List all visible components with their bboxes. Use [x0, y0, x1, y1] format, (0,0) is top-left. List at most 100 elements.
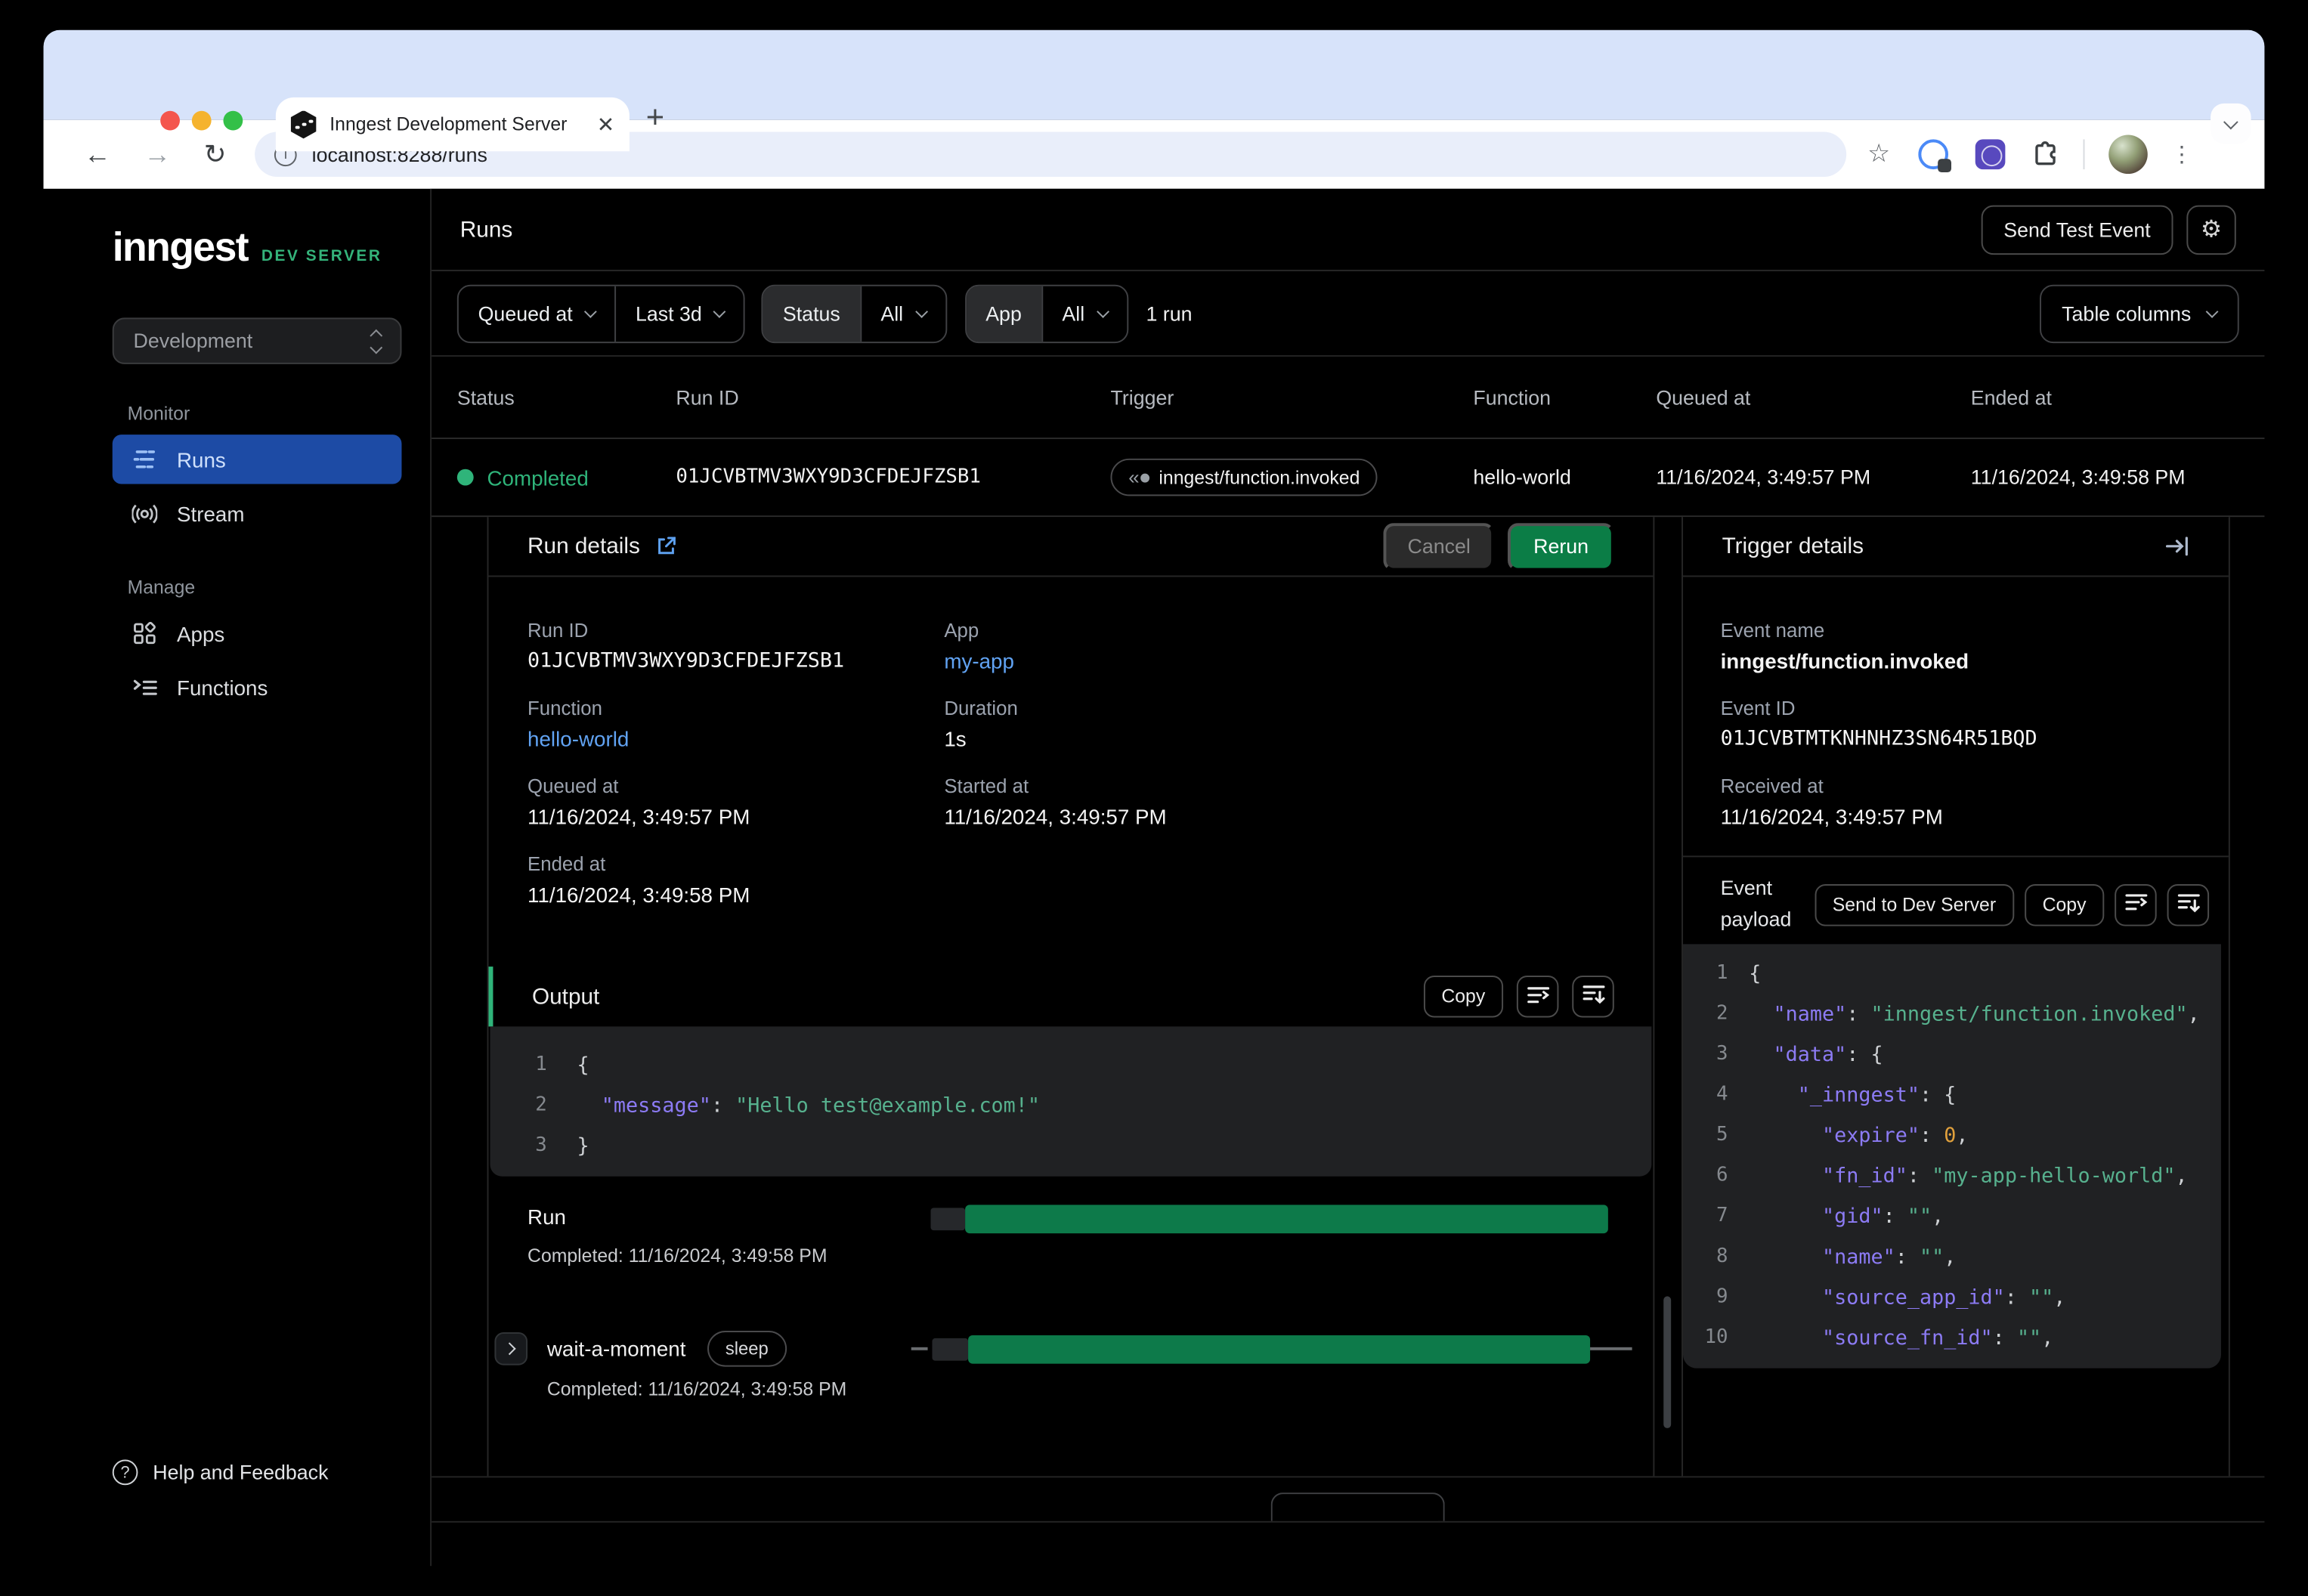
output-code-block[interactable]: 1{2 "message": "Hello test@example.com!"…: [490, 1026, 1652, 1177]
collapse-panel-icon[interactable]: [2165, 537, 2190, 556]
column-header[interactable]: Ended at: [1971, 386, 2239, 409]
code-line: 2 "name": "inngest/function.invoked",: [1683, 994, 2221, 1035]
timeline-step-bar[interactable]: [968, 1335, 1591, 1364]
sidebar-item-functions[interactable]: Functions: [113, 663, 402, 712]
details-scrollbar-thumb[interactable]: [1663, 1296, 1672, 1428]
app-filter-dropdown[interactable]: All: [1041, 285, 1127, 342]
field-value[interactable]: my-app: [944, 649, 1613, 673]
browser-extension-icon[interactable]: [1975, 139, 2006, 170]
code-text: {: [1749, 961, 1762, 985]
rerun-button[interactable]: Rerun: [1508, 522, 1614, 571]
status-filter-label: Status: [763, 285, 860, 342]
timeline-completed-at: Completed: 11/16/2024, 3:49:58 PM: [546, 1378, 847, 1400]
tab-search-button[interactable]: [2211, 103, 2251, 144]
column-header[interactable]: Function: [1473, 386, 1656, 409]
settings-button[interactable]: ⚙: [2186, 204, 2236, 255]
event-icon: «: [1128, 466, 1150, 488]
zoom-window-button[interactable]: [223, 110, 243, 131]
sidebar-item-runs[interactable]: Runs: [112, 435, 402, 484]
field-label: App: [944, 619, 979, 642]
expand-step-button[interactable]: [494, 1332, 528, 1366]
code-text: "name": "",: [1822, 1244, 1957, 1269]
field-value: 11/16/2024, 3:49:57 PM: [944, 804, 1167, 829]
run-field: Started at 11/16/2024, 3:49:57 PM: [944, 775, 1613, 828]
field-value: 11/16/2024, 3:49:58 PM: [527, 883, 750, 907]
timeline-run-bar[interactable]: [965, 1205, 1608, 1234]
back-button[interactable]: ←: [84, 138, 111, 170]
password-manager-extension-icon[interactable]: [1919, 139, 1952, 173]
sidebar-item-stream[interactable]: Stream: [113, 488, 402, 537]
column-header[interactable]: Trigger: [1110, 386, 1473, 409]
open-run-external-icon[interactable]: [657, 537, 676, 556]
code-line: 8 "name": "",: [1683, 1236, 2221, 1277]
environment-selector[interactable]: Development: [112, 317, 402, 364]
browser-menu-icon[interactable]: ⋮: [2170, 141, 2193, 168]
partially-visible-button[interactable]: [1270, 1492, 1445, 1521]
browser-tab[interactable]: Inngest Development Server ✕: [275, 97, 630, 152]
new-tab-button[interactable]: +: [646, 101, 664, 137]
run-field: Function hello-world: [527, 697, 944, 750]
time-range-dropdown[interactable]: Last 3d: [614, 285, 744, 342]
table-columns-button[interactable]: Table columns: [2039, 283, 2239, 343]
cancel-button[interactable]: Cancel: [1383, 522, 1495, 571]
scroll-to-bottom-icon: [2177, 892, 2199, 917]
minimize-window-button[interactable]: [191, 110, 212, 131]
send-test-event-button[interactable]: Send Test Event: [1981, 204, 2173, 255]
runs-table-header: Status Run ID Trigger Function Queued at Ende…: [432, 357, 2265, 440]
sidebar-item-label: Stream: [177, 501, 245, 526]
queued-at-cell: 11/16/2024, 3:49:57 PM: [1656, 466, 1871, 489]
event-payload-header: Event payload Send to Dev Server Copy: [1683, 855, 2229, 951]
send-to-dev-server-button[interactable]: Send to Dev Server: [1814, 883, 2014, 926]
functions-icon: [132, 678, 158, 696]
line-number: 1: [1716, 962, 1728, 985]
column-header[interactable]: Status: [457, 386, 676, 409]
bookmark-star-icon[interactable]: ☆: [1867, 139, 1890, 169]
sort-field-dropdown[interactable]: Queued at: [459, 286, 614, 341]
code-text: "message": "Hello test@example.com!": [601, 1093, 1041, 1118]
help-label: Help and Feedback: [153, 1461, 329, 1484]
line-number: 4: [1716, 1083, 1728, 1106]
payload-copy-button[interactable]: Copy: [2024, 883, 2105, 926]
timeline-step-label: wait-a-moment: [546, 1336, 686, 1361]
trigger-field: Received at 11/16/2024, 3:49:57 PM: [1721, 775, 2192, 828]
close-window-button[interactable]: [160, 110, 180, 131]
status-filter-value: All: [880, 302, 904, 325]
word-wrap-button[interactable]: [1516, 975, 1559, 1018]
run-field: Queued at 11/16/2024, 3:49:57 PM: [527, 775, 944, 828]
payload-word-wrap-button[interactable]: [2115, 883, 2157, 926]
step-kind-badge: sleep: [707, 1330, 787, 1367]
code-text: "data": {: [1773, 1042, 1883, 1066]
code-line: 7 "gid": "",: [1683, 1196, 2221, 1237]
field-value[interactable]: hello-world: [527, 727, 944, 751]
trigger-field: Event ID 01JCVBTMTKNHNHZ3SN64R51BQD: [1721, 697, 2192, 750]
app-filter-group: App All: [964, 283, 1128, 343]
scroll-to-bottom-button[interactable]: [1572, 975, 1614, 1018]
payload-scroll-to-bottom-button[interactable]: [2167, 883, 2210, 926]
reload-button[interactable]: ↻: [204, 138, 227, 170]
line-number: 5: [1716, 1124, 1728, 1147]
profile-avatar[interactable]: [2108, 135, 2149, 175]
sidebar-item-apps[interactable]: Apps: [113, 608, 402, 657]
page-header: Runs Send Test Event ⚙: [432, 189, 2265, 271]
forward-button[interactable]: →: [144, 138, 171, 170]
timeline-queue-segment: [932, 1338, 969, 1361]
browser-tabstrip: Inngest Development Server ✕ +: [43, 29, 2265, 152]
screen: Inngest Development Server ✕ + ← → ↻ i l…: [0, 0, 2308, 1596]
run-details-fields: Run ID 01JCVBTMV3WXY9D3CFDEJFZSB1 App my-ap…: [488, 577, 1653, 907]
output-copy-button[interactable]: Copy: [1423, 975, 1504, 1018]
status-filter-dropdown[interactable]: All: [859, 285, 945, 342]
help-and-feedback[interactable]: ? Help and Feedback: [112, 1459, 329, 1486]
chevron-down-icon: [1096, 305, 1109, 317]
event-payload-code-block[interactable]: 1{2 "name": "inngest/function.invoked", 3…: [1683, 944, 2221, 1369]
rerun-label: Rerun: [1533, 534, 1589, 558]
code-line: 4 "_inngest": {: [1683, 1075, 2221, 1115]
column-header[interactable]: Queued at: [1656, 386, 1970, 409]
run-details-panel: Run details Cancel Rerun Run ID 01JCVBTM…: [487, 517, 1655, 1477]
extensions-puzzle-icon[interactable]: [2033, 141, 2060, 168]
line-number: 9: [1716, 1285, 1728, 1309]
tab-close-icon[interactable]: ✕: [597, 112, 614, 138]
column-header[interactable]: Run ID: [676, 386, 1110, 409]
trigger-badge[interactable]: « inngest/function.invoked: [1110, 458, 1378, 496]
runs-table-row[interactable]: Completed 01JCVBTMV3WXY9D3CFDEJFZSB1 « inng…: [432, 439, 2265, 518]
copy-label: Copy: [2042, 893, 2087, 915]
